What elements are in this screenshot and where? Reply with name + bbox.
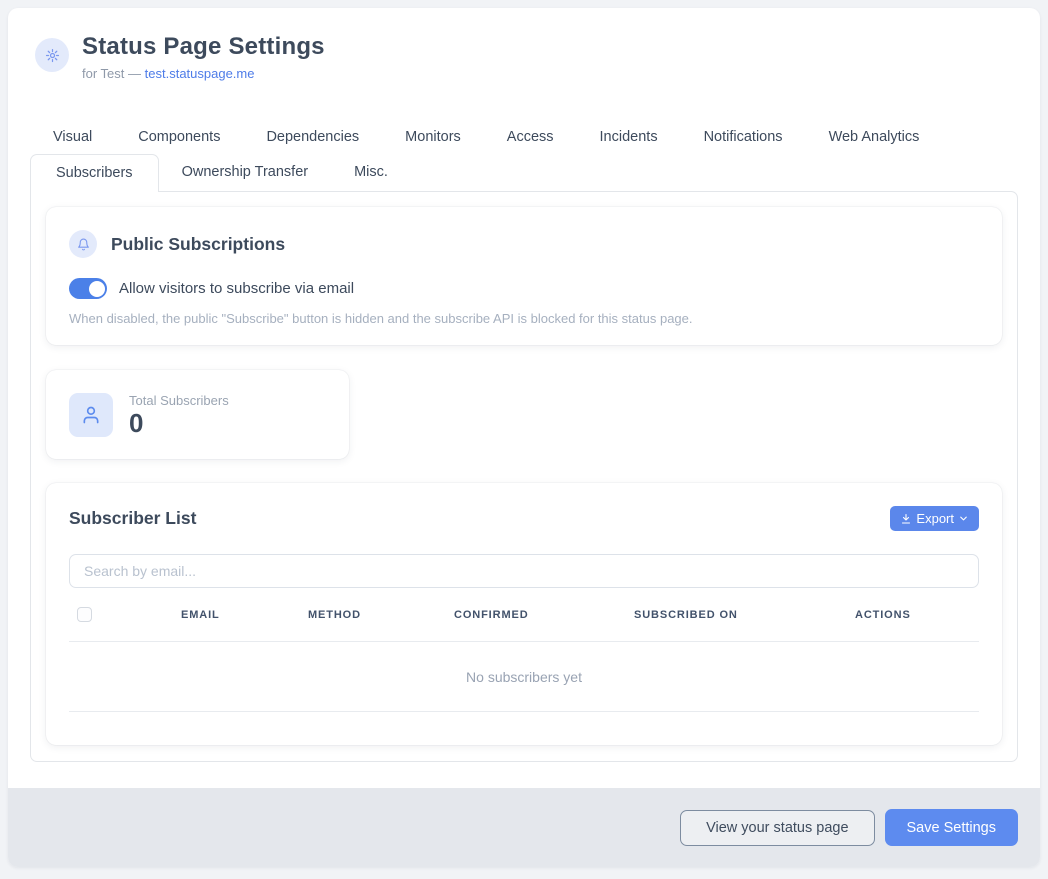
public-subscriptions-title: Public Subscriptions <box>111 234 285 255</box>
download-icon <box>900 513 912 525</box>
tab-monitors[interactable]: Monitors <box>382 120 484 154</box>
total-subscribers-text: Total Subscribers 0 <box>129 393 229 436</box>
tab-components[interactable]: Components <box>115 120 243 154</box>
export-button-label: Export <box>916 511 954 526</box>
view-status-page-button[interactable]: View your status page <box>680 810 874 846</box>
page-subtitle: for Test — test.statuspage.me <box>82 66 325 81</box>
bell-icon <box>77 238 90 251</box>
public-subscriptions-card: Public Subscriptions Allow visitors to s… <box>46 207 1002 345</box>
public-subscriptions-header: Public Subscriptions <box>69 230 979 258</box>
settings-card: Status Page Settings for Test — test.sta… <box>8 8 1040 867</box>
subscriber-list-card: Subscriber List Export <box>46 483 1002 745</box>
save-settings-button[interactable]: Save Settings <box>885 809 1018 846</box>
gear-icon <box>45 48 60 63</box>
chevron-down-icon <box>958 513 969 524</box>
tab-row-primary: Visual Components Dependencies Monitors … <box>30 120 1018 154</box>
page-title: Status Page Settings <box>82 33 325 61</box>
toggle-knob <box>89 281 105 297</box>
total-subscribers-card: Total Subscribers 0 <box>46 370 349 459</box>
gear-avatar <box>35 38 69 72</box>
select-all-checkbox[interactable] <box>77 607 92 622</box>
total-subscribers-label: Total Subscribers <box>129 393 229 408</box>
column-subscribed-on: SUBSCRIBED ON <box>634 609 855 621</box>
tab-row-secondary: Subscribers Ownership Transfer Misc. <box>30 154 1018 191</box>
subscribe-toggle-row: Allow visitors to subscribe via email <box>69 278 979 299</box>
status-page-link[interactable]: test.statuspage.me <box>145 66 255 81</box>
header-titles: Status Page Settings for Test — test.sta… <box>82 33 325 81</box>
search-input[interactable] <box>69 554 979 588</box>
tab-visual[interactable]: Visual <box>30 120 115 154</box>
subscriber-table-header: EMAIL METHOD CONFIRMED SUBSCRIBED ON ACT… <box>69 588 979 642</box>
tab-access[interactable]: Access <box>484 120 577 154</box>
tab-dependencies[interactable]: Dependencies <box>243 120 382 154</box>
user-icon-square <box>69 393 113 437</box>
column-confirmed: CONFIRMED <box>454 609 634 621</box>
subscribe-helper-text: When disabled, the public "Subscribe" bu… <box>69 311 979 326</box>
subtitle-prefix: for Test — <box>82 66 141 81</box>
export-button[interactable]: Export <box>890 506 979 531</box>
subscriber-list-title: Subscriber List <box>69 508 196 529</box>
tab-ownership-transfer[interactable]: Ownership Transfer <box>159 154 332 191</box>
subscriber-list-header: Subscriber List Export <box>69 506 979 531</box>
allow-subscribe-label: Allow visitors to subscribe via email <box>119 280 354 297</box>
allow-subscribe-toggle[interactable] <box>69 278 107 299</box>
column-actions: ACTIONS <box>855 609 979 621</box>
tab-web-analytics[interactable]: Web Analytics <box>806 120 943 154</box>
user-icon <box>81 405 101 425</box>
select-all-cell <box>69 607 181 622</box>
tab-notifications[interactable]: Notifications <box>681 120 806 154</box>
footer-action-bar: View your status page Save Settings <box>8 788 1040 867</box>
empty-state-message: No subscribers yet <box>69 642 979 712</box>
tab-misc[interactable]: Misc. <box>331 154 411 191</box>
tab-subscribers[interactable]: Subscribers <box>30 154 159 192</box>
subscribers-tab-panel: Public Subscriptions Allow visitors to s… <box>30 191 1018 762</box>
column-method: METHOD <box>308 609 454 621</box>
bell-icon-circle <box>69 230 97 258</box>
total-subscribers-value: 0 <box>129 410 229 436</box>
column-email: EMAIL <box>181 609 308 621</box>
tab-incidents[interactable]: Incidents <box>577 120 681 154</box>
page-header: Status Page Settings for Test — test.sta… <box>8 8 1040 81</box>
